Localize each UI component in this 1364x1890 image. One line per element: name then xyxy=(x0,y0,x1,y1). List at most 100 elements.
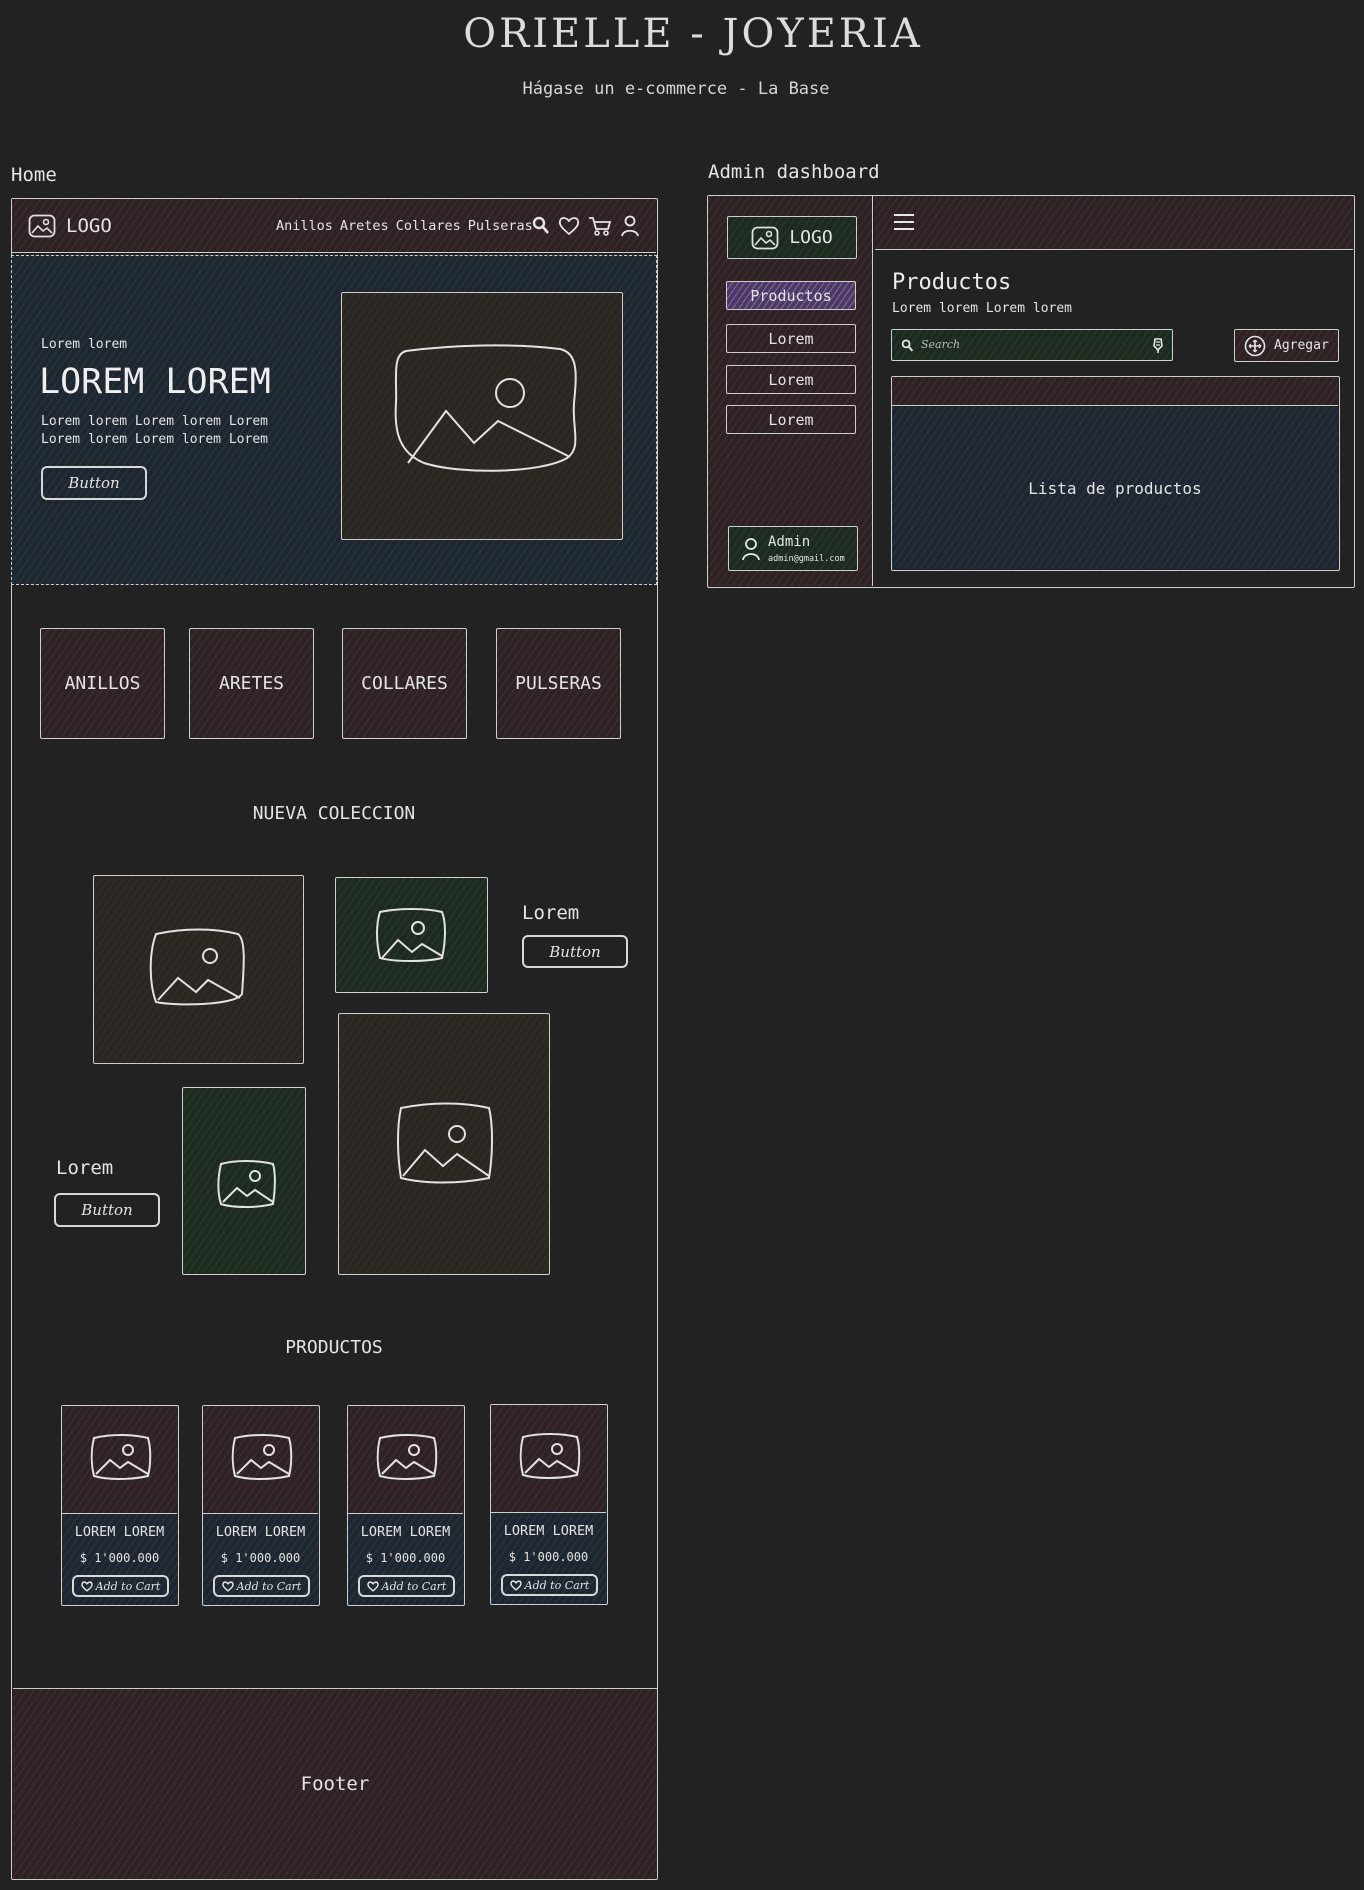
nav-links: Anillos Aretes Collares Pulseras xyxy=(276,218,533,234)
admin-sidebar: LOGO Productos Lorem Lorem Lorem Admin a… xyxy=(708,196,873,586)
product-name: LOREM LOREM xyxy=(215,1524,306,1540)
products-table: Lista de productos xyxy=(891,376,1340,571)
product-image xyxy=(491,1405,606,1513)
add-to-cart-label: Add to Cart xyxy=(524,1578,590,1592)
search-icon xyxy=(901,339,914,353)
image-placeholder-icon xyxy=(231,1434,293,1480)
collection-image-1 xyxy=(93,875,304,1064)
image-placeholder-icon xyxy=(376,908,446,962)
search-input[interactable]: Search xyxy=(891,329,1173,361)
product-card[interactable]: LOREM LOREM $ 1'000.000 Add to Cart xyxy=(347,1405,465,1606)
navbar: LOGO Anillos Aretes Collares Pulseras xyxy=(12,199,656,253)
admin-user-name: Admin xyxy=(768,534,811,550)
nav-link-aretes[interactable]: Aretes xyxy=(340,218,389,234)
footer: Footer xyxy=(13,1688,657,1879)
collection-image-4 xyxy=(338,1013,550,1275)
microphone-icon[interactable] xyxy=(1152,337,1164,354)
sidebar-item-lorem[interactable]: Lorem xyxy=(726,324,856,353)
heart-icon xyxy=(80,1580,93,1592)
add-to-cart-button[interactable]: Add to Cart xyxy=(72,1575,169,1597)
add-product-label: Agregar xyxy=(1274,338,1329,353)
search-icon[interactable] xyxy=(532,216,550,236)
admin-frame-label: Admin dashboard xyxy=(708,161,880,183)
admin-logo-text: LOGO xyxy=(789,227,833,248)
search-placeholder: Search xyxy=(921,338,961,351)
product-price: $ 1'000.000 xyxy=(79,1551,160,1565)
heart-icon xyxy=(509,1579,522,1591)
cart-icon[interactable] xyxy=(588,215,612,237)
products-title: PRODUCTOS xyxy=(285,1337,383,1358)
product-name: LOREM LOREM xyxy=(360,1524,451,1540)
heart-icon xyxy=(366,1580,379,1592)
hero-image xyxy=(341,292,623,540)
product-card[interactable]: LOREM LOREM $ 1'000.000 Add to Cart xyxy=(202,1405,320,1606)
plus-circle-icon xyxy=(1244,335,1266,357)
category-aretes[interactable]: ARETES xyxy=(189,628,314,739)
add-to-cart-button[interactable]: Add to Cart xyxy=(358,1575,455,1597)
nav-link-collares[interactable]: Collares xyxy=(396,218,461,234)
image-placeholder-icon xyxy=(376,1434,438,1480)
add-to-cart-label: Add to Cart xyxy=(95,1579,161,1593)
image-icon xyxy=(751,226,779,250)
heart-icon xyxy=(221,1580,234,1592)
add-to-cart-label: Add to Cart xyxy=(381,1579,447,1593)
product-price: $ 1'000.000 xyxy=(508,1550,589,1564)
image-icon xyxy=(28,214,56,238)
hero-button[interactable]: Button xyxy=(41,466,147,500)
add-to-cart-label: Add to Cart xyxy=(236,1579,302,1593)
hero: Lorem lorem LOREM LOREM Lorem lorem Lore… xyxy=(11,255,657,585)
image-placeholder-icon xyxy=(90,1434,152,1480)
product-image xyxy=(203,1406,318,1514)
category-pulseras[interactable]: PULSERAS xyxy=(496,628,621,739)
products-table-header xyxy=(892,377,1338,406)
image-placeholder-icon xyxy=(394,344,577,472)
page-title: ORIELLE - JOYERIA xyxy=(463,11,923,57)
home-frame-label: Home xyxy=(11,164,57,186)
admin-user-email: admin@gmail.com xyxy=(768,554,845,564)
sidebar-item-lorem[interactable]: Lorem xyxy=(726,405,856,434)
hero-body-line1: Lorem lorem Lorem lorem Lorem xyxy=(41,414,268,429)
promo-1-button[interactable]: Button xyxy=(522,935,628,968)
hero-eyebrow: Lorem lorem xyxy=(41,337,128,352)
sidebar-item-lorem[interactable]: Lorem xyxy=(726,365,856,394)
category-anillos[interactable]: ANILLOS xyxy=(40,628,165,739)
add-product-button[interactable]: Agregar xyxy=(1234,329,1339,362)
image-placeholder-icon xyxy=(149,928,245,1006)
product-image xyxy=(62,1406,177,1514)
page-subtitle: Hágase un e-commerce - La Base xyxy=(522,79,830,99)
collection-title: NUEVA COLECCION xyxy=(252,803,416,824)
sidebar-item-productos[interactable]: Productos xyxy=(726,281,856,310)
menu-icon[interactable] xyxy=(893,213,915,231)
add-to-cart-button[interactable]: Add to Cart xyxy=(213,1575,310,1597)
products-table-body: Lista de productos xyxy=(892,407,1338,569)
collection-image-3 xyxy=(182,1087,306,1275)
hero-body-line2: Lorem lorem Lorem lorem Lorem xyxy=(41,432,268,447)
admin-frame: LOGO Productos Lorem Lorem Lorem Admin a… xyxy=(707,195,1355,588)
product-price: $ 1'000.000 xyxy=(365,1551,446,1565)
hero-heading: LOREM LOREM xyxy=(39,362,271,402)
product-name: LOREM LOREM xyxy=(503,1523,594,1539)
image-placeholder-icon xyxy=(217,1160,276,1208)
admin-main-title: Productos xyxy=(892,270,1012,295)
nav-link-pulseras[interactable]: Pulseras xyxy=(468,218,533,234)
heart-icon[interactable] xyxy=(558,216,580,236)
home-frame: LOGO Anillos Aretes Collares Pulseras Lo… xyxy=(11,198,658,1880)
add-to-cart-button[interactable]: Add to Cart xyxy=(501,1574,598,1596)
image-placeholder-icon xyxy=(397,1102,493,1184)
user-icon[interactable] xyxy=(620,215,640,237)
nav-link-anillos[interactable]: Anillos xyxy=(276,218,333,234)
admin-user-card[interactable]: Admin admin@gmail.com xyxy=(728,526,858,571)
product-image xyxy=(348,1406,463,1514)
product-name: LOREM LOREM xyxy=(74,1524,165,1540)
product-price: $ 1'000.000 xyxy=(220,1551,301,1565)
admin-topbar xyxy=(875,196,1353,250)
product-card[interactable]: LOREM LOREM $ 1'000.000 Add to Cart xyxy=(61,1405,179,1606)
promo-2-label: Lorem xyxy=(56,1157,114,1179)
category-collares[interactable]: COLLARES xyxy=(342,628,467,739)
logo[interactable]: LOGO xyxy=(28,211,112,241)
product-card[interactable]: LOREM LOREM $ 1'000.000 Add to Cart xyxy=(490,1404,608,1605)
collection-image-2 xyxy=(335,877,488,993)
admin-main-subtitle: Lorem lorem Lorem lorem xyxy=(892,301,1073,316)
promo-2-button[interactable]: Button xyxy=(54,1193,160,1227)
admin-logo[interactable]: LOGO xyxy=(727,216,857,259)
